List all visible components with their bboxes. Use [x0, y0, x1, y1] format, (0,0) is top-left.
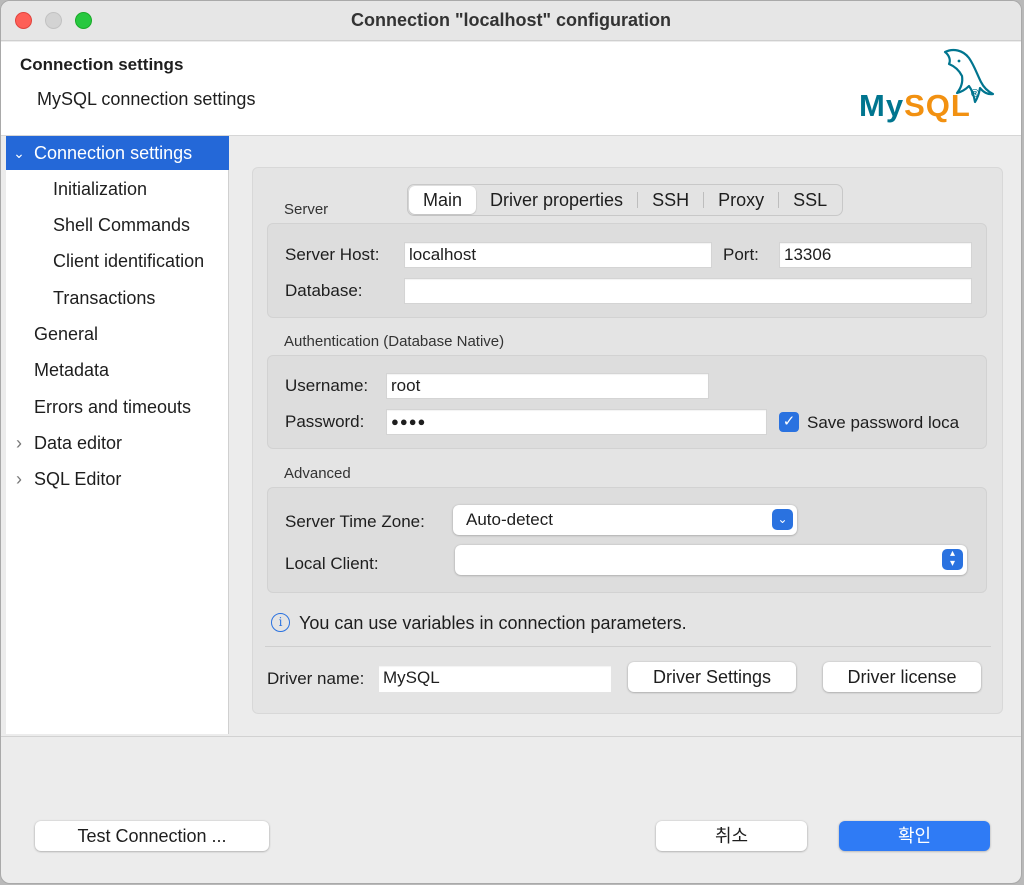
server-time-zone-select[interactable]: Auto-detect ⌄ [453, 505, 797, 535]
sidebar-item-label: Data editor [34, 433, 123, 453]
info-icon: i [271, 613, 290, 632]
info-text: You can use variables in connection para… [299, 613, 687, 633]
main-panel: Main Driver properties SSH Proxy SSL Ser… [252, 167, 1003, 714]
sidebar-item-shell-commands[interactable]: Shell Commands [6, 208, 229, 242]
window-title: Connection "localhost" configuration [350, 10, 672, 30]
local-client-label: Local Client: [285, 554, 379, 573]
footer-divider [1, 736, 1021, 737]
username-input[interactable]: root [386, 373, 709, 399]
server-group: Server Host: localhost Port: 13306 Datab… [267, 223, 987, 318]
cancel-button[interactable]: 취소 [656, 821, 807, 851]
username-label: Username: [285, 376, 369, 395]
driver-name-field: MySQL [379, 666, 611, 692]
sidebar-item-general[interactable]: General [6, 317, 229, 351]
server-section-label: Server [284, 201, 329, 218]
advanced-group: Server Time Zone: Auto-detect ⌄ Local Cl… [267, 487, 987, 593]
server-time-zone-value: Auto-detect [466, 510, 553, 529]
chevron-down-icon[interactable]: ⌄ [772, 509, 793, 530]
port-input[interactable]: 13306 [779, 242, 972, 268]
advanced-section-label: Advanced [284, 465, 351, 482]
main-content: Main Driver properties SSH Proxy SSL Ser… [234, 136, 1021, 734]
sidebar-item-label: Shell Commands [53, 215, 191, 235]
tab-bar: Main Driver properties SSH Proxy SSL [407, 184, 844, 216]
sidebar-item-label: General [34, 324, 99, 344]
server-host-input[interactable]: localhost [404, 242, 712, 268]
up-down-arrows-icon[interactable]: ▴ ▾ [942, 549, 963, 570]
local-client-select[interactable]: ▴ ▾ [455, 545, 967, 575]
save-password-checkbox[interactable]: ✓ [779, 412, 799, 432]
mysql-wordmark: MySQL® [859, 88, 980, 123]
ok-button[interactable]: 확인 [839, 821, 990, 851]
divider [265, 646, 991, 647]
settings-sidebar: ⌄ Connection settings Initialization She… [6, 136, 229, 734]
password-input[interactable]: ●●●● [386, 409, 767, 435]
save-password-label: Save password loca [807, 413, 960, 432]
page-header: Connection settings MySQL connection set… [1, 42, 1021, 136]
sidebar-item-initialization[interactable]: Initialization [6, 172, 229, 206]
config-window: Connection "localhost" configuration Con… [0, 0, 1022, 884]
driver-license-button[interactable]: Driver license [823, 662, 981, 692]
sidebar-item-label: Connection settings [34, 143, 193, 163]
sidebar-item-label: Metadata [34, 360, 110, 380]
sidebar-item-errors-and-timeouts[interactable]: Errors and timeouts [6, 390, 229, 424]
tab-driver-properties[interactable]: Driver properties [476, 186, 637, 214]
chevron-right-icon[interactable]: › [12, 426, 26, 460]
chevron-right-icon[interactable]: › [12, 462, 26, 496]
sidebar-item-label: Client identification [53, 251, 205, 271]
title-bar: Connection "localhost" configuration [1, 1, 1021, 41]
chevron-down-icon[interactable]: ⌄ [12, 136, 26, 170]
sidebar-item-metadata[interactable]: Metadata [6, 353, 229, 387]
test-connection-button[interactable]: Test Connection ... [35, 821, 269, 851]
database-label: Database: [285, 281, 363, 300]
sidebar-item-client-identification[interactable]: Client identification [6, 244, 229, 278]
sidebar-item-label: Transactions [53, 288, 156, 308]
tab-ssl[interactable]: SSL [779, 186, 841, 214]
tab-proxy[interactable]: Proxy [704, 186, 778, 214]
database-input[interactable] [404, 278, 972, 304]
auth-section-label: Authentication (Database Native) [284, 333, 505, 350]
auth-group: Username: root Password: ●●●● ✓ Save pas… [267, 355, 987, 449]
tab-ssh[interactable]: SSH [638, 186, 703, 214]
password-label: Password: [285, 412, 365, 431]
sidebar-item-connection-settings[interactable]: ⌄ Connection settings [6, 136, 229, 170]
sidebar-item-label: SQL Editor [34, 469, 122, 489]
sidebar-item-transactions[interactable]: Transactions [6, 281, 229, 315]
server-host-label: Server Host: [285, 245, 380, 264]
page-title: Connection settings [20, 55, 184, 74]
server-time-zone-label: Server Time Zone: [285, 512, 425, 531]
tab-main[interactable]: Main [409, 186, 477, 214]
driver-settings-button[interactable]: Driver Settings [628, 662, 796, 692]
sidebar-item-sql-editor[interactable]: › SQL Editor [6, 462, 229, 496]
mysql-logo: MySQL® [853, 46, 1003, 130]
driver-name-label: Driver name: [267, 669, 365, 688]
port-label: Port: [723, 245, 759, 264]
sidebar-item-label: Errors and timeouts [34, 397, 192, 417]
sidebar-item-data-editor[interactable]: › Data editor [6, 426, 229, 460]
sidebar-item-label: Initialization [53, 179, 148, 199]
page-subtitle: MySQL connection settings [37, 89, 256, 109]
